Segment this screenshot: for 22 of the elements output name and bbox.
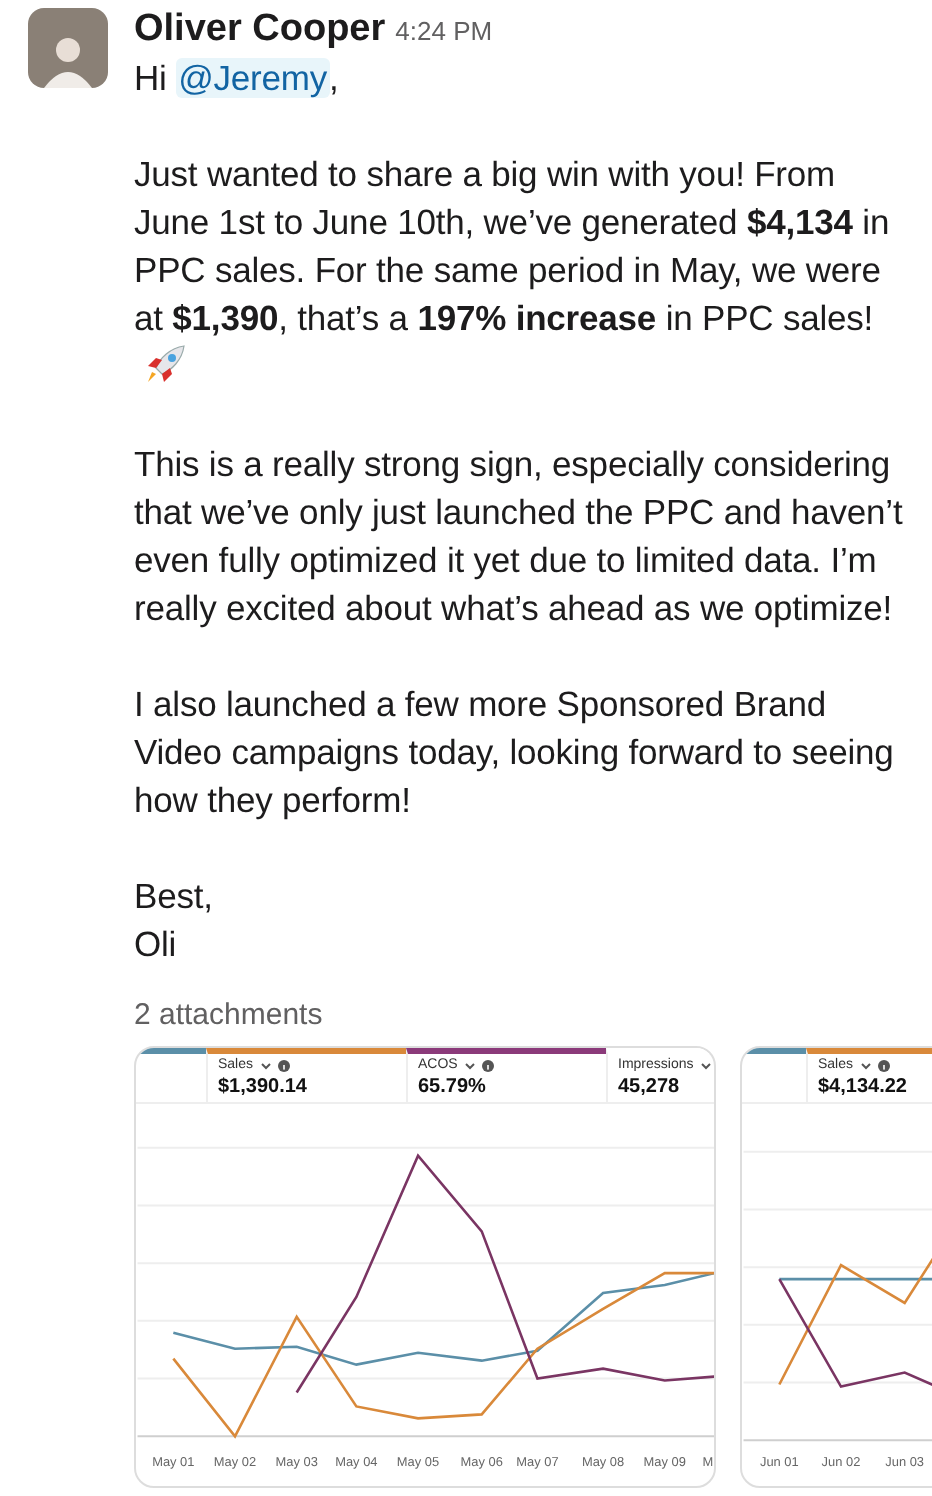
metric-value: 45,278 [618, 1076, 682, 1100]
user-mention[interactable]: @Jeremy [176, 58, 330, 98]
chevron-icon [463, 1062, 476, 1070]
signoff-text: Oli [134, 922, 179, 968]
info-icon [481, 1060, 494, 1072]
chevron-icon [259, 1062, 272, 1070]
author-name[interactable]: Oliver Cooper [134, 8, 386, 52]
info-icon [877, 1060, 890, 1072]
attachments-count: 2 attachments [134, 996, 325, 1036]
metric-value: 65.79% [418, 1076, 488, 1100]
message-paragraph: This is a really strong sign, especially considering that we’ve only just launched the PPC and haven’t even fully optimized it yet due to limited data. I’m really excited about what’s ahead as we optimize! [134, 444, 903, 628]
message-paragraph: Just wanted to share a big win with you! From June 1st to June 10th, we’ve generated $4,134 in PPC sales. For the same period in May, we were at $1,390, that’s a 197% increase in PPC sales! [134, 154, 890, 338]
avatar[interactable] [28, 8, 108, 88]
chevron-icon [859, 1062, 872, 1070]
metric-value: $1,390.14 [218, 1076, 309, 1100]
signoff-text: Best, [134, 874, 215, 920]
message-paragraph: I also launched a few more Sponsored Brand Video campaigns today, looking forward to seeing how they perform! [134, 684, 894, 820]
info-icon [277, 1060, 290, 1072]
greeting-text: Hi @Jeremy, [134, 56, 341, 102]
timestamp[interactable]: 4:24 PM [395, 10, 493, 54]
chevron-icon [699, 1062, 712, 1070]
metric-value: $4,134.22 [818, 1076, 909, 1100]
